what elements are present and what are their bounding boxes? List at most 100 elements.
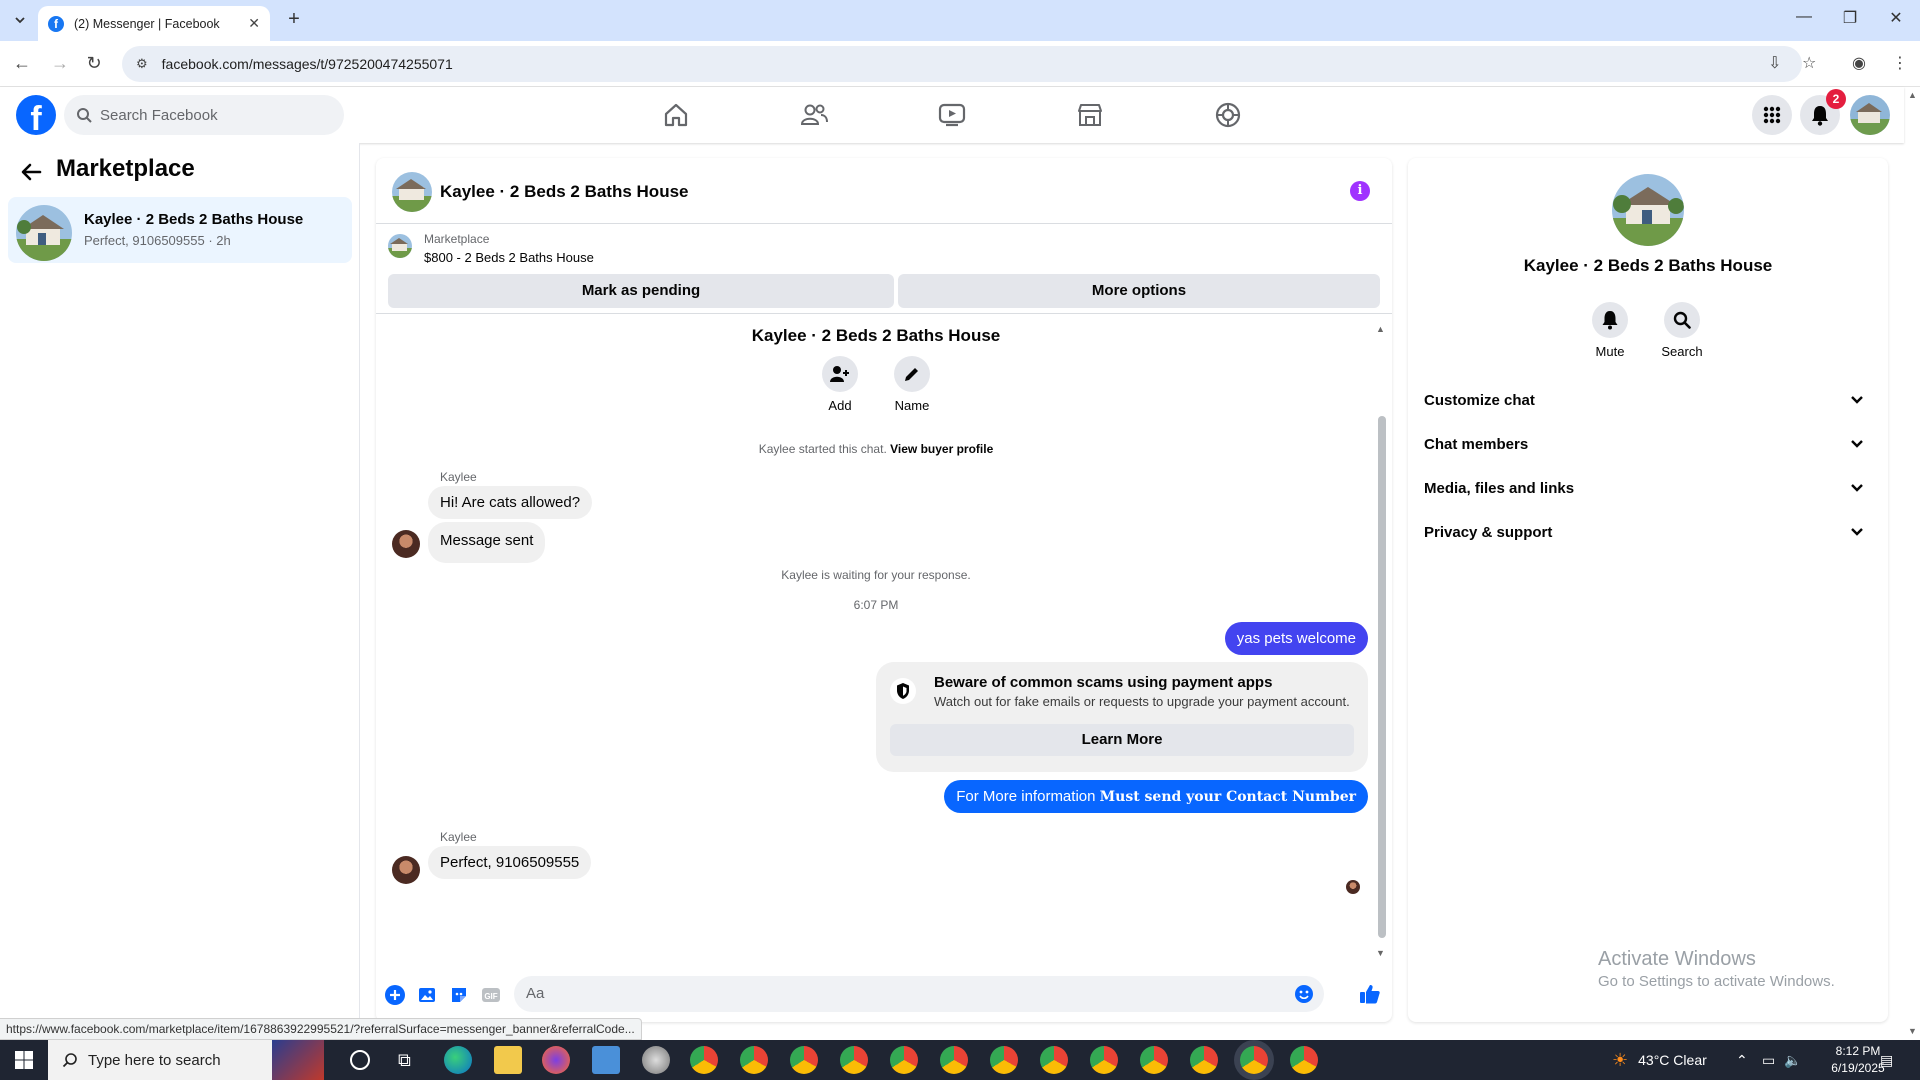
- chat-members-section[interactable]: Chat members: [1424, 422, 1872, 466]
- outgoing-message[interactable]: yas pets welcome: [1224, 622, 1368, 655]
- learn-more-button[interactable]: Learn More: [890, 724, 1354, 756]
- back-arrow-icon[interactable]: [20, 161, 42, 183]
- browser-tab[interactable]: f (2) Messenger | Facebook ✕: [38, 6, 270, 41]
- chrome-icon[interactable]: [890, 1046, 918, 1074]
- outgoing-message[interactable]: For More information Must send your Cont…: [944, 780, 1368, 813]
- address-bar-row: ← → ↻ ⚙ facebook.com/messages/t/97252004…: [0, 41, 1920, 87]
- chrome-icon[interactable]: [1040, 1046, 1068, 1074]
- mark-as-pending-button[interactable]: Mark as pending: [388, 274, 894, 308]
- shield-icon: [890, 678, 916, 704]
- scroll-up-arrow-icon[interactable]: ▲: [1376, 324, 1385, 334]
- chat-header-avatar[interactable]: [392, 172, 432, 212]
- restore-icon[interactable]: ❐: [1830, 8, 1870, 28]
- account-avatar[interactable]: [1850, 95, 1890, 135]
- marketplace-nav-icon[interactable]: [1072, 97, 1108, 133]
- chrome-icon[interactable]: [1140, 1046, 1168, 1074]
- chat-started-text: Kaylee started this chat.: [758, 442, 887, 456]
- sticker-icon[interactable]: [448, 984, 470, 1006]
- listing-title[interactable]: $800 - 2 Beds 2 Baths House: [424, 250, 594, 265]
- action-center-icon[interactable]: ▤: [1880, 1040, 1893, 1080]
- task-view-icon[interactable]: ⧉: [398, 1050, 411, 1071]
- gaming-nav-icon[interactable]: [1210, 97, 1246, 133]
- like-thumbs-up-icon[interactable]: [1358, 982, 1382, 1006]
- chrome-icon[interactable]: [990, 1046, 1018, 1074]
- chrome-icon[interactable]: [1090, 1046, 1118, 1074]
- edge-browser-icon[interactable]: [444, 1046, 472, 1074]
- pinned-app-icon[interactable]: [642, 1046, 670, 1074]
- facebook-search-input[interactable]: Search Facebook: [64, 95, 344, 135]
- svg-text:GIF: GIF: [484, 992, 497, 1001]
- incoming-message[interactable]: Hi! Are cats allowed?: [428, 486, 593, 519]
- minimize-icon[interactable]: —: [1784, 8, 1824, 26]
- taskbar-search-box[interactable]: Type here to search: [48, 1040, 324, 1080]
- emoji-picker-icon[interactable]: [1294, 984, 1314, 1004]
- close-window-icon[interactable]: ✕: [1876, 8, 1916, 28]
- chat-header-name[interactable]: Kaylee · 2 Beds 2 Baths House: [440, 182, 688, 202]
- chrome-icon[interactable]: [690, 1046, 718, 1074]
- tab-title: (2) Messenger | Facebook: [74, 16, 220, 31]
- network-icon[interactable]: ▭: [1762, 1040, 1775, 1080]
- show-hidden-icons[interactable]: ⌃: [1736, 1040, 1748, 1080]
- home-nav-icon[interactable]: [658, 97, 694, 133]
- read-receipt-avatar: [1346, 880, 1360, 894]
- search-placeholder: Search Facebook: [100, 106, 218, 124]
- view-buyer-profile-link[interactable]: View buyer profile: [890, 442, 993, 456]
- reload-icon[interactable]: ↻: [82, 51, 106, 75]
- more-options-button[interactable]: More options: [898, 274, 1380, 308]
- message-input[interactable]: Aa: [514, 976, 1324, 1012]
- scrollbar-thumb[interactable]: [1378, 416, 1386, 938]
- conversation-preview: Perfect, 9106509555 · 2h: [84, 233, 231, 248]
- page-scroll-up-icon[interactable]: ▲: [1908, 90, 1917, 100]
- details-avatar[interactable]: [1612, 174, 1684, 246]
- chrome-icon[interactable]: [790, 1046, 818, 1074]
- chrome-icon-active[interactable]: [1240, 1046, 1268, 1074]
- chat-scrollbar[interactable]: [1378, 338, 1386, 948]
- conversation-item[interactable]: Kaylee · 2 Beds 2 Baths House Perfect, 9…: [8, 197, 352, 263]
- chrome-icon[interactable]: [740, 1046, 768, 1074]
- start-windows-icon[interactable]: [0, 1040, 48, 1080]
- listing-thumbnail[interactable]: [388, 234, 412, 258]
- media-files-links-section[interactable]: Media, files and links: [1424, 466, 1872, 510]
- cortana-icon[interactable]: [350, 1050, 370, 1070]
- incoming-message[interactable]: Message sent: [428, 522, 546, 563]
- chrome-icon[interactable]: [940, 1046, 968, 1074]
- site-info-icon[interactable]: ⚙: [136, 56, 148, 72]
- gif-icon[interactable]: GIF: [480, 984, 502, 1006]
- more-actions-plus-icon[interactable]: [384, 984, 406, 1006]
- menu-grid-icon[interactable]: [1752, 95, 1792, 135]
- customize-chat-section[interactable]: Customize chat: [1424, 378, 1872, 422]
- incoming-message[interactable]: Perfect, 9106509555: [428, 846, 592, 879]
- search-in-conversation-button[interactable]: [1664, 302, 1700, 338]
- sender-avatar[interactable]: [392, 856, 420, 884]
- url-omnibox[interactable]: ⚙ facebook.com/messages/t/97252004742550…: [122, 46, 1802, 82]
- friends-nav-icon[interactable]: [796, 97, 832, 133]
- install-app-icon[interactable]: ⇩: [1768, 53, 1781, 73]
- chrome-icon[interactable]: [1290, 1046, 1318, 1074]
- privacy-support-section[interactable]: Privacy & support: [1424, 510, 1872, 554]
- firefox-icon[interactable]: [542, 1046, 570, 1074]
- weather-widget[interactable]: ☀ 43°C Clear: [1612, 1040, 1707, 1080]
- chrome-icon[interactable]: [840, 1046, 868, 1074]
- profile-icon[interactable]: ◉: [1852, 53, 1866, 73]
- forward-icon[interactable]: →: [48, 51, 72, 75]
- mute-button[interactable]: [1592, 302, 1628, 338]
- add-people-button[interactable]: [822, 356, 858, 392]
- video-nav-icon[interactable]: [934, 97, 970, 133]
- chrome-icon[interactable]: [1190, 1046, 1218, 1074]
- attach-photo-icon[interactable]: [416, 984, 438, 1006]
- sender-avatar[interactable]: [392, 530, 420, 558]
- page-scroll-down-icon[interactable]: ▼: [1908, 1026, 1917, 1036]
- close-tab-icon[interactable]: ✕: [248, 15, 260, 32]
- volume-icon[interactable]: 🔈: [1784, 1040, 1801, 1080]
- bookmark-star-icon[interactable]: ☆: [1802, 53, 1816, 73]
- scroll-down-arrow-icon[interactable]: ▼: [1376, 948, 1385, 958]
- conversation-info-icon[interactable]: i: [1350, 181, 1370, 201]
- tab-search-chevron-icon[interactable]: [8, 8, 32, 32]
- facebook-logo-icon[interactable]: f: [16, 95, 56, 135]
- chrome-menu-icon[interactable]: ⋮: [1892, 53, 1908, 73]
- app-window-icon[interactable]: [592, 1046, 620, 1074]
- back-icon[interactable]: ←: [10, 51, 34, 75]
- new-tab-icon[interactable]: +: [282, 8, 306, 31]
- edit-name-button[interactable]: [894, 356, 930, 392]
- file-explorer-icon[interactable]: [494, 1046, 522, 1074]
